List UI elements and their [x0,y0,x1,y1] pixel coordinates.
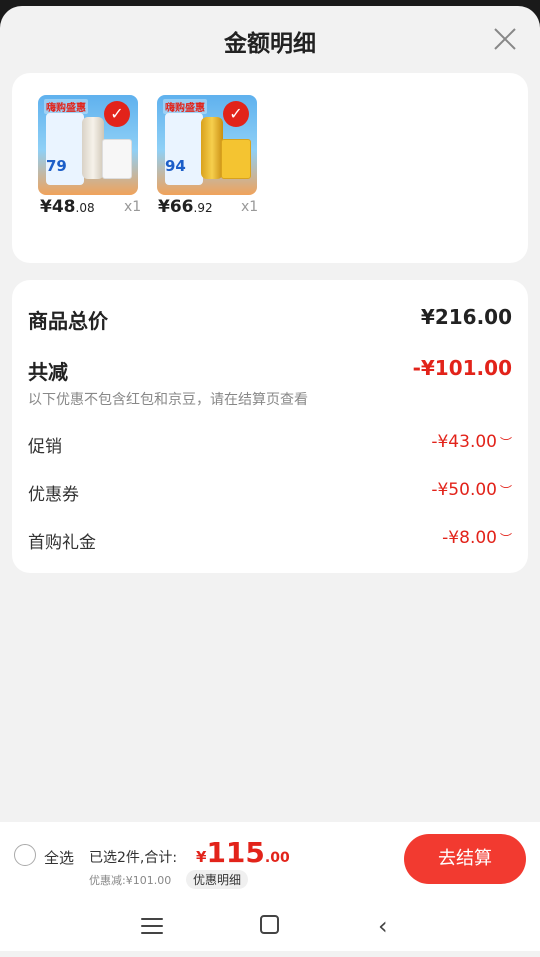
discount-label: 优惠券 [28,485,79,505]
discount-value: -¥50.00 ︶ [431,480,512,500]
discount-label: 首购礼金 [28,533,96,553]
beer-can-image [82,117,104,179]
product-thumbnail: 嗨购盛惠 ✓ 79 [38,95,138,195]
product-item[interactable]: 嗨购盛惠 ✓ 79 [38,95,142,195]
discount-row-first-purchase[interactable]: 首购礼金 -¥8.00 ︶ [28,528,512,553]
chevron-down-icon: ︶ [499,532,512,546]
back-icon[interactable]: ‹ [378,912,388,940]
chevron-down-icon: ︶ [499,436,512,450]
total-reduce-value: -¥101.00 [412,356,512,380]
chevron-down-icon: ︶ [499,484,512,498]
selected-info: 已选2件,合计: [89,850,178,866]
total-price-label: 商品总价 [28,309,108,333]
total-price-value: ¥216.00 [420,305,512,329]
product-quantity: x1 [241,199,259,215]
product-item[interactable]: 嗨购盛惠 ✓ 94 [157,95,261,195]
watermark-url: zhizhizhi.com [395,926,497,944]
total-reduce-label: 共减 [28,360,68,384]
beer-box-image [102,139,132,179]
total-amount: ¥115.00 [196,836,290,869]
recent-apps-icon[interactable] [141,918,163,939]
discount-label: 促销 [28,437,62,457]
close-icon[interactable] [492,26,518,52]
select-all-radio[interactable] [14,844,36,866]
product-thumbnail: 嗨购盛惠 ✓ 94 [157,95,257,195]
product-quantity: x1 [124,199,142,215]
thumb-tag: 嗨购盛惠 [163,99,207,114]
discount-value: -¥43.00 ︶ [431,432,512,452]
product-price: ¥48.08 [40,197,95,217]
check-badge-icon: ✓ [104,101,130,127]
total-price-row: 商品总价 ¥216.00 [28,305,512,334]
discount-row-promotion[interactable]: 促销 -¥43.00 ︶ [28,432,512,457]
home-icon[interactable] [260,915,279,934]
discount-summary: 优惠减:¥101.00 [89,874,172,887]
thumb-price: 79 [46,157,67,175]
product-list-card: 嗨购盛惠 ✓ 79 ¥48.08 x1 嗨购盛惠 ✓ 94 ¥66.92 x1 [12,73,528,263]
discount-row-coupon[interactable]: 优惠券 -¥50.00 ︶ [28,480,512,505]
watermark-logo: 值值值 [392,885,502,929]
discount-value: -¥8.00 ︶ [442,528,512,548]
sheet-header: 金额明细 [0,6,540,72]
product-price: ¥66.92 [158,197,213,217]
sheet-title: 金额明细 [224,31,316,57]
beer-can-image [201,117,223,179]
select-all-label[interactable]: 全选 [44,847,74,868]
amount-detail-sheet: 金额明细 嗨购盛惠 ✓ 79 ¥48.08 x1 嗨购盛惠 ✓ 94 ¥66.9… [0,6,540,957]
discount-detail-button[interactable]: 优惠明细 [186,870,249,889]
total-reduce-row: 共减 -¥101.00 [28,356,512,385]
beer-box-image [221,139,251,179]
reduce-note: 以下优惠不包含红包和京豆，请在结算页查看 [28,392,308,408]
price-summary-card: 商品总价 ¥216.00 共减 -¥101.00 以下优惠不包含红包和京豆，请在… [12,280,528,573]
check-badge-icon: ✓ [223,101,249,127]
thumb-tag: 嗨购盛惠 [44,99,88,114]
thumb-price: 94 [165,157,186,175]
